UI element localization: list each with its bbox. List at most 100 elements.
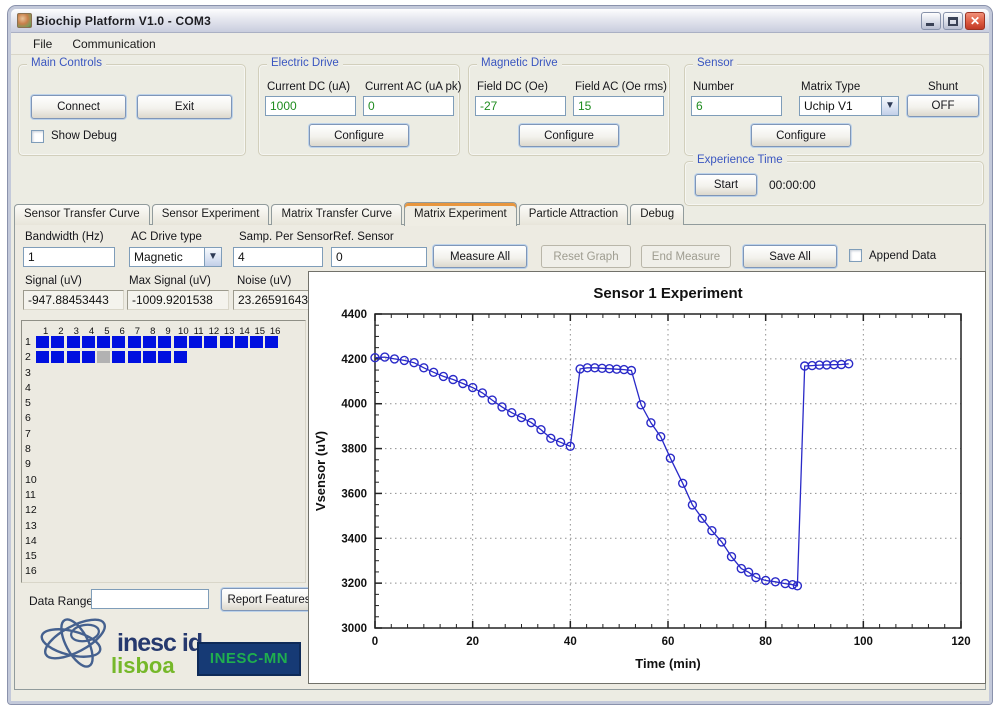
matrix-cell[interactable] xyxy=(143,336,156,348)
svg-text:3000: 3000 xyxy=(341,623,367,635)
svg-text:100: 100 xyxy=(854,636,873,648)
append-data-checkbox[interactable] xyxy=(849,249,862,262)
reset-graph-button[interactable]: Reset Graph xyxy=(541,245,631,268)
tab-matrix-experiment[interactable]: Matrix Experiment xyxy=(404,202,517,226)
matrix-cell[interactable] xyxy=(97,336,110,348)
tab-particle-attraction[interactable]: Particle Attraction xyxy=(519,204,628,225)
matrix-cell[interactable] xyxy=(36,336,49,348)
matrix-row: 1 xyxy=(22,335,305,350)
matrix-cell[interactable] xyxy=(51,336,64,348)
tab-sensor-experiment[interactable]: Sensor Experiment xyxy=(152,204,270,225)
current-ac-input[interactable] xyxy=(363,96,454,116)
matrix-cell[interactable] xyxy=(174,351,187,363)
start-button[interactable]: Start xyxy=(695,174,757,196)
measure-all-button[interactable]: Measure All xyxy=(433,245,527,268)
matrix-cell[interactable] xyxy=(128,336,141,348)
matrix-cell[interactable] xyxy=(189,336,202,348)
end-measure-button[interactable]: End Measure xyxy=(641,245,731,268)
field-dc-input[interactable] xyxy=(475,96,566,116)
matrix-cell[interactable] xyxy=(250,336,263,348)
group-electric-drive: Electric Drive Current DC (uA) Current A… xyxy=(258,64,460,156)
matrix-type-select[interactable]: Uchip V1 ▼ xyxy=(799,96,899,116)
matrix-cell[interactable] xyxy=(112,351,125,363)
chevron-down-icon[interactable]: ▼ xyxy=(881,97,898,115)
current-dc-input[interactable] xyxy=(265,96,356,116)
matrix-cell[interactable] xyxy=(158,351,171,363)
connect-button[interactable]: Connect xyxy=(31,95,126,119)
save-all-button[interactable]: Save All xyxy=(743,245,837,268)
ref-sensor-input[interactable] xyxy=(331,247,427,267)
matrix-cell[interactable] xyxy=(36,351,49,363)
svg-text:3600: 3600 xyxy=(341,488,367,500)
matrix-row: 11 xyxy=(22,488,305,503)
ac-drive-type-select[interactable]: Magnetic ▼ xyxy=(129,247,222,267)
bandwidth-label: Bandwidth (Hz) xyxy=(25,231,104,243)
matrix-cell[interactable] xyxy=(158,336,171,348)
group-title: Sensor xyxy=(693,57,737,69)
matrix-cell[interactable] xyxy=(235,336,248,348)
svg-text:4000: 4000 xyxy=(341,399,367,411)
shunt-button[interactable]: OFF xyxy=(907,95,979,117)
matrix-type-value: Uchip V1 xyxy=(800,97,881,115)
matrix-cell[interactable] xyxy=(143,351,156,363)
matrix-cell[interactable] xyxy=(67,336,80,348)
matrix-cell[interactable] xyxy=(204,336,217,348)
matrix-row: 14 xyxy=(22,534,305,549)
signal-value: -947.88453443 xyxy=(23,290,124,310)
max-signal-label: Max Signal (uV) xyxy=(129,275,211,287)
maximize-button[interactable] xyxy=(943,12,963,30)
field-ac-input[interactable] xyxy=(573,96,664,116)
matrix-cell[interactable] xyxy=(128,351,141,363)
lisboa-logo-text: lisboa xyxy=(111,653,175,679)
tab-debug[interactable]: Debug xyxy=(630,204,684,225)
tab-matrix-transfer-curve[interactable]: Matrix Transfer Curve xyxy=(271,204,402,225)
group-experience-time: Experience Time Start 00:00:00 xyxy=(684,161,984,206)
signal-label: Signal (uV) xyxy=(25,275,82,287)
sensor-number-input[interactable] xyxy=(691,96,782,116)
close-button[interactable]: ✕ xyxy=(965,12,985,30)
max-signal-value: -1009.9201538 xyxy=(127,290,229,310)
exit-button[interactable]: Exit xyxy=(137,95,232,119)
matrix-cell[interactable] xyxy=(112,336,125,348)
svg-text:Vsensor (uV): Vsensor (uV) xyxy=(313,431,328,511)
samp-per-sensor-input[interactable] xyxy=(233,247,323,267)
bandwidth-input[interactable] xyxy=(23,247,115,267)
matrix-cell[interactable] xyxy=(265,336,278,348)
maximize-icon xyxy=(948,17,958,26)
ac-drive-type-label: AC Drive type xyxy=(131,231,202,243)
svg-text:3200: 3200 xyxy=(341,578,367,590)
report-features-button[interactable]: Report Features xyxy=(221,588,317,611)
matrix-row-label: 8 xyxy=(22,442,36,457)
matrix-cell[interactable] xyxy=(67,351,80,363)
matrix-cell[interactable] xyxy=(82,351,95,363)
menu-communication[interactable]: Communication xyxy=(62,35,165,53)
electric-configure-button[interactable]: Configure xyxy=(309,124,409,147)
matrix-cell[interactable] xyxy=(51,351,64,363)
group-title: Main Controls xyxy=(27,57,106,69)
magnetic-configure-button[interactable]: Configure xyxy=(519,124,619,147)
matrix-row-label: 13 xyxy=(22,519,36,534)
matrix-row-label: 6 xyxy=(22,411,36,426)
app-window: Biochip Platform V1.0 - COM3 ✕ File Comm… xyxy=(8,6,992,704)
matrix-row: 6 xyxy=(22,411,305,426)
show-debug-checkbox[interactable] xyxy=(31,130,44,143)
app-icon xyxy=(17,13,32,28)
matrix-cell[interactable] xyxy=(82,336,95,348)
group-title: Experience Time xyxy=(693,154,787,166)
sensor-configure-button[interactable]: Configure xyxy=(751,124,851,147)
matrix-cell[interactable] xyxy=(97,351,110,363)
minimize-icon xyxy=(926,23,934,26)
minimize-button[interactable] xyxy=(921,12,941,30)
title-bar[interactable]: Biochip Platform V1.0 - COM3 ✕ xyxy=(11,9,989,33)
matrix-row: 7 xyxy=(22,427,305,442)
tab-strip: Sensor Transfer Curve Sensor Experiment … xyxy=(14,202,684,225)
matrix-cell[interactable] xyxy=(174,336,187,348)
matrix-row: 4 xyxy=(22,381,305,396)
tab-sensor-transfer-curve[interactable]: Sensor Transfer Curve xyxy=(14,204,150,225)
matrix-cell[interactable] xyxy=(220,336,233,348)
matrix-row-label: 16 xyxy=(22,564,36,579)
chevron-down-icon[interactable]: ▼ xyxy=(204,248,221,266)
matrix-row: 8 xyxy=(22,442,305,457)
current-dc-label: Current DC (uA) xyxy=(267,81,350,93)
menu-file[interactable]: File xyxy=(23,35,62,53)
